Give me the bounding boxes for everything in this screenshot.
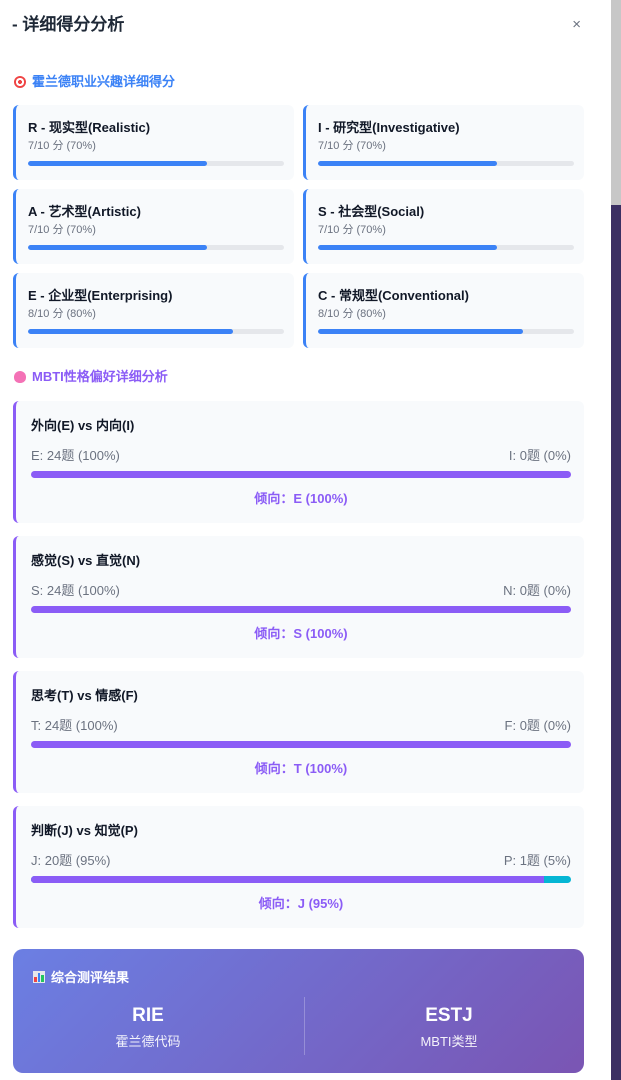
brain-icon: [14, 371, 26, 383]
result-divider: [304, 997, 305, 1055]
target-icon: [14, 76, 26, 88]
holland-progress-bar: [318, 329, 574, 334]
mbti-card-sn: 感觉(S) vs 直觉(N) S: 24题 (100%) N: 0题 (0%) …: [13, 536, 584, 658]
mbti-progress-bar: [31, 606, 571, 613]
mbti-progress-bar: [31, 741, 571, 748]
mbti-left-count: E: 24题 (100%): [31, 448, 120, 463]
mbti-type-block: ESTJ MBTI类型: [329, 1004, 569, 1050]
mbti-type-value: ESTJ: [425, 1005, 473, 1026]
mbti-dimension-title: 判断(J) vs 知觉(P): [31, 823, 138, 838]
score-detail-panel: - 详细得分分析 × 霍兰德职业兴趣详细得分 R - 现实型(Realistic…: [0, 0, 611, 1080]
holland-progress-bar: [28, 245, 284, 250]
mbti-progress-fill: [31, 471, 571, 478]
mbti-tendency: 倾向：S (100%): [254, 626, 348, 641]
mbti-left-count: T: 24题 (100%): [31, 718, 118, 733]
mbti-dimension-title: 感觉(S) vs 直觉(N): [31, 553, 141, 568]
result-title-label: 综合测评结果: [51, 970, 130, 985]
holland-type-score: 8/10 分 (80%): [28, 308, 96, 320]
bar-chart-icon: [33, 970, 45, 983]
holland-progress-bar: [318, 161, 574, 166]
close-icon[interactable]: ×: [572, 16, 581, 33]
mbti-dimension-title: 思考(T) vs 情感(F): [31, 688, 138, 703]
mbti-right-count: P: 1题 (5%): [503, 853, 571, 868]
mbti-tendency: 倾向：T (100%): [254, 761, 348, 776]
holland-card-c: C - 常规型(Conventional) 8/10 分 (80%): [303, 273, 584, 348]
holland-type-score: 7/10 分 (70%): [28, 140, 96, 152]
mbti-progress-fill: [31, 741, 571, 748]
holland-type-score: 7/10 分 (70%): [318, 140, 386, 152]
mbti-right-count: I: 0题 (0%): [508, 448, 571, 463]
panel-header: - 详细得分分析 ×: [12, 14, 587, 38]
mbti-progress-bar: [31, 876, 571, 883]
holland-code-label: 霍兰德代码: [115, 1034, 181, 1049]
holland-progress-fill: [28, 329, 233, 334]
holland-progress-fill: [28, 161, 208, 166]
mbti-left-count: S: 24题 (100%): [31, 583, 120, 598]
mbti-counts-row: J: 20题 (95%) P: 1题 (5%): [31, 853, 571, 869]
holland-type-name: E - 企业型(Enterprising): [28, 288, 173, 303]
holland-progress-fill: [28, 245, 208, 250]
holland-progress-bar: [28, 161, 284, 166]
scrollbar-thumb[interactable]: [611, 0, 621, 205]
holland-card-r: R - 现实型(Realistic) 7/10 分 (70%): [13, 105, 294, 180]
holland-card-s: S - 社会型(Social) 7/10 分 (70%): [303, 189, 584, 264]
scrollbar[interactable]: [611, 0, 621, 1080]
holland-type-name: I - 研究型(Investigative): [318, 120, 460, 135]
mbti-tendency: 倾向：E (100%): [254, 491, 348, 506]
mbti-counts-row: E: 24题 (100%) I: 0题 (0%): [31, 448, 571, 464]
holland-progress-fill: [318, 245, 498, 250]
mbti-right-count: N: 0题 (0%): [503, 583, 571, 598]
holland-type-name: A - 艺术型(Artistic): [28, 204, 141, 219]
holland-progress-bar: [318, 245, 574, 250]
holland-type-score: 7/10 分 (70%): [318, 224, 386, 236]
mbti-card-jp: 判断(J) vs 知觉(P) J: 20题 (95%) P: 1题 (5%) 倾…: [13, 806, 584, 928]
holland-code-block: RIE 霍兰德代码: [28, 1004, 268, 1050]
holland-progress-fill: [318, 161, 498, 166]
holland-card-a: A - 艺术型(Artistic) 7/10 分 (70%): [13, 189, 294, 264]
holland-card-i: I - 研究型(Investigative) 7/10 分 (70%): [303, 105, 584, 180]
mbti-left-count: J: 20题 (95%): [31, 853, 111, 868]
mbti-progress-fill: [31, 876, 544, 883]
holland-type-score: 7/10 分 (70%): [28, 224, 96, 236]
holland-section-label: 霍兰德职业兴趣详细得分: [32, 74, 176, 89]
holland-section-title: 霍兰德职业兴趣详细得分: [14, 73, 175, 91]
overall-result-card: 综合测评结果 RIE 霍兰德代码 ESTJ MBTI类型: [13, 949, 584, 1073]
mbti-progress-bar: [31, 471, 571, 478]
mbti-progress-fill: [31, 606, 571, 613]
mbti-tendency: 倾向：J (95%): [258, 896, 344, 911]
mbti-type-label: MBTI类型: [420, 1034, 478, 1049]
mbti-right-count: F: 0题 (0%): [504, 718, 571, 733]
mbti-counts-row: T: 24题 (100%) F: 0题 (0%): [31, 718, 571, 734]
mbti-card-ei: 外向(E) vs 内向(I) E: 24题 (100%) I: 0题 (0%) …: [13, 401, 584, 523]
mbti-section-title: MBTI性格偏好详细分析: [14, 368, 168, 386]
panel-title: - 详细得分分析: [12, 15, 125, 34]
holland-code-value: RIE: [132, 1005, 164, 1026]
holland-card-e: E - 企业型(Enterprising) 8/10 分 (80%): [13, 273, 294, 348]
holland-progress-fill: [318, 329, 523, 334]
mbti-card-tf: 思考(T) vs 情感(F) T: 24题 (100%) F: 0题 (0%) …: [13, 671, 584, 793]
holland-type-name: S - 社会型(Social): [318, 204, 425, 219]
mbti-dimension-title: 外向(E) vs 内向(I): [31, 418, 135, 433]
mbti-counts-row: S: 24题 (100%) N: 0题 (0%): [31, 583, 571, 599]
result-title: 综合测评结果: [33, 967, 129, 986]
holland-type-name: R - 现实型(Realistic): [28, 120, 151, 135]
holland-progress-bar: [28, 329, 284, 334]
mbti-section-label: MBTI性格偏好详细分析: [32, 369, 168, 384]
holland-score-grid: R - 现实型(Realistic) 7/10 分 (70%) I - 研究型(…: [13, 105, 584, 348]
holland-type-score: 8/10 分 (80%): [318, 308, 386, 320]
holland-type-name: C - 常规型(Conventional): [318, 288, 469, 303]
